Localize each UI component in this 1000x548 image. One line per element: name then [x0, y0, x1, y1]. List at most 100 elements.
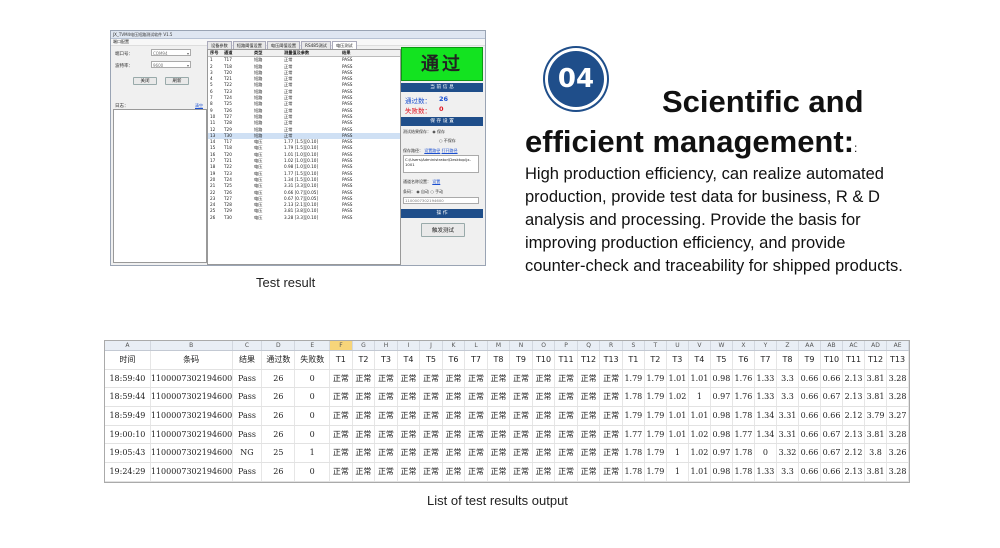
radio-manual[interactable]: ○ 手动 [430, 189, 443, 194]
sheet-cell[interactable]: 1.33 [755, 463, 777, 481]
sheet-header-cell[interactable]: T7 [465, 351, 488, 369]
sheet-header-cell[interactable]: 通过数 [262, 351, 296, 369]
radio-auto[interactable]: ◉ 自动 [416, 189, 429, 194]
column-letter[interactable]: P [555, 341, 578, 350]
sheet-cell[interactable]: 3.3 [777, 388, 799, 407]
column-letter[interactable]: F [330, 341, 353, 350]
sheet-cell[interactable]: 11000073021946000 [151, 369, 233, 388]
sheet-cell[interactable]: 0.67 [821, 388, 844, 407]
sheet-cell[interactable]: 正常 [420, 369, 443, 388]
sheet-cell[interactable]: 正常 [375, 481, 398, 482]
sheet-cell[interactable]: 正常 [465, 407, 488, 425]
sheet-cell[interactable]: 1.79 [623, 481, 645, 482]
sheet-cell[interactable]: 正常 [510, 425, 533, 444]
sheet-header-cell[interactable]: T2 [645, 351, 667, 369]
sheet-cell[interactable]: 正常 [330, 463, 353, 481]
sheet-header-cell[interactable]: T6 [443, 351, 466, 369]
sheet-cell[interactable]: 正常 [353, 388, 376, 407]
sheet-cell[interactable]: 1.01 [667, 425, 689, 444]
open-path-link[interactable]: 打开路径 [442, 148, 458, 153]
sheet-cell[interactable]: 0.67 [821, 481, 844, 482]
sheet-header-cell[interactable]: T11 [843, 351, 866, 369]
sheet-cell[interactable]: 0.66 [799, 444, 821, 463]
sheet-cell[interactable]: 0.98 [711, 369, 733, 388]
sheet-header-cell[interactable]: T9 [510, 351, 533, 369]
column-letter[interactable]: X [733, 341, 755, 350]
sheet-cell[interactable]: 0 [295, 388, 331, 407]
sheet-cell[interactable]: 正常 [510, 388, 533, 407]
sheet-cell[interactable]: 1 [667, 444, 689, 463]
sheet-cell[interactable]: 3.3 [777, 463, 799, 481]
sheet-cell[interactable]: 正常 [578, 388, 601, 407]
sheet-header-cell[interactable]: 失败数 [295, 351, 331, 369]
sheet-cell[interactable]: 19:26:42 [105, 481, 151, 482]
sheet-cell[interactable]: 正常 [420, 388, 443, 407]
sheet-cell[interactable]: 正常 [353, 407, 376, 425]
sheet-cell[interactable]: 正常 [330, 481, 353, 482]
sheet-header-cell[interactable]: 条码 [151, 351, 233, 369]
sheet-cell[interactable]: 11000073021946000 [151, 463, 233, 481]
sheet-cell[interactable]: 0.66 [799, 481, 821, 482]
sheet-cell[interactable]: 正常 [510, 444, 533, 463]
sheet-cell[interactable]: 3.28 [887, 463, 909, 481]
column-letter[interactable]: M [488, 341, 511, 350]
column-letter[interactable]: A [105, 341, 151, 350]
column-letter[interactable]: Q [578, 341, 601, 350]
sheet-cell[interactable]: 正常 [465, 463, 488, 481]
column-letter[interactable]: L [465, 341, 488, 350]
sheet-cell[interactable]: 1.01 [667, 407, 689, 425]
sheet-cell[interactable]: 正常 [533, 425, 556, 444]
sheet-cell[interactable]: 1.77 [733, 425, 755, 444]
sheet-header-cell[interactable]: 结果 [233, 351, 263, 369]
sheet-cell[interactable]: 正常 [330, 388, 353, 407]
sheet-cell[interactable]: 1.78 [623, 444, 645, 463]
sheet-cell[interactable]: 正常 [510, 463, 533, 481]
sheet-header-cell[interactable]: T8 [488, 351, 511, 369]
sheet-cell[interactable]: 正常 [533, 481, 556, 482]
sheet-cell[interactable]: 19:05:43 [105, 444, 151, 463]
sheet-cell[interactable]: 2.13 [843, 481, 866, 482]
column-letter[interactable]: O [533, 341, 556, 350]
sheet-cell[interactable]: 正常 [600, 463, 623, 481]
sheet-cell[interactable]: 1 [667, 463, 689, 481]
trigger-test-button[interactable]: 触发测试 [421, 223, 465, 237]
column-letter[interactable]: N [510, 341, 533, 350]
sheet-cell[interactable]: 正常 [443, 388, 466, 407]
sheet-header-cell[interactable]: T10 [821, 351, 844, 369]
sheet-cell[interactable]: 0.66 [799, 463, 821, 481]
column-letter[interactable]: W [711, 341, 733, 350]
sheet-cell[interactable]: 正常 [488, 369, 511, 388]
sheet-cell[interactable]: 正常 [375, 407, 398, 425]
sheet-cell[interactable]: 11000073021946000 [151, 425, 233, 444]
sheet-cell[interactable]: Pass [233, 369, 263, 388]
column-letter[interactable]: AD [865, 341, 888, 350]
sheet-cell[interactable]: 正常 [420, 463, 443, 481]
sheet-cell[interactable]: 正常 [510, 407, 533, 425]
sheet-header-cell[interactable]: T11 [555, 351, 578, 369]
sheet-cell[interactable]: 3.32 [777, 444, 799, 463]
sheet-cell[interactable]: 1.33 [755, 481, 777, 482]
sheet-cell[interactable]: 正常 [330, 407, 353, 425]
sheet-header-cell[interactable]: T1 [623, 351, 645, 369]
sheet-cell[interactable]: 0.66 [799, 369, 821, 388]
sheet-cell[interactable]: 正常 [488, 463, 511, 481]
sheet-cell[interactable]: 正常 [555, 444, 578, 463]
sheet-cell[interactable]: 2.12 [843, 407, 866, 425]
sheet-cell[interactable]: 正常 [398, 481, 421, 482]
grid-row[interactable]: 26 T30 电压 3.28 [3.3至0.10] PASS [208, 215, 400, 221]
sheet-cell[interactable]: 正常 [555, 425, 578, 444]
sheet-cell[interactable]: 正常 [375, 425, 398, 444]
sheet-cell[interactable]: 1 [295, 444, 331, 463]
sheet-cell[interactable]: 正常 [443, 369, 466, 388]
column-letter[interactable]: V [689, 341, 711, 350]
column-letter[interactable]: K [443, 341, 466, 350]
sheet-header-cell[interactable]: T3 [375, 351, 398, 369]
sheet-cell[interactable]: 正常 [555, 481, 578, 482]
sheet-cell[interactable]: 正常 [398, 369, 421, 388]
sheet-cell[interactable]: 正常 [600, 481, 623, 482]
radio-save[interactable]: ◉ 保存 [432, 129, 445, 134]
column-letter[interactable]: S [623, 341, 645, 350]
sheet-cell[interactable]: 3.81 [865, 388, 888, 407]
sheet-cell[interactable]: 正常 [443, 425, 466, 444]
sheet-cell[interactable]: 26 [262, 481, 296, 482]
